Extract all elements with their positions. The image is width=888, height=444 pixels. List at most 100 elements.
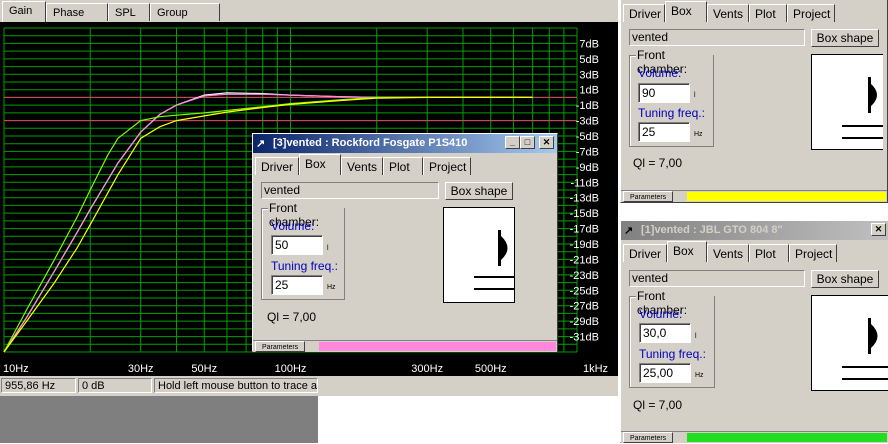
parameters-bar: Parameters: [253, 340, 557, 352]
ql-value: Ql = 7,00: [633, 156, 683, 170]
app-icon: ↗: [624, 225, 634, 237]
tuning-freq-unit: Hz: [695, 372, 704, 379]
tab-phase-plot[interactable]: Phase plot: [46, 3, 108, 37]
minimize-button[interactable]: _: [505, 136, 520, 149]
box-preview: [443, 207, 515, 303]
tuning-freq-input[interactable]: 25,00: [639, 363, 691, 383]
tab-box[interactable]: Box: [667, 241, 707, 262]
y-tick-label: -17dB: [570, 224, 599, 236]
curve-color-indicator: [319, 342, 556, 351]
y-tick-label: -21dB: [570, 254, 599, 266]
app-icon: ↗: [256, 138, 266, 150]
box-type-field[interactable]: vented: [629, 29, 805, 46]
background-panel: [0, 396, 318, 443]
tab-gain[interactable]: Gain: [2, 1, 46, 22]
tab-project[interactable]: Project: [787, 4, 835, 22]
box-window-top: Driver Box Vents Plot Project vented Box…: [620, 0, 888, 203]
ql-value: Ql = 7,00: [267, 310, 317, 324]
window-titlebar[interactable]: ↗ [1]vented : JBL GTO 804 8" ✕: [621, 221, 888, 240]
tab-plot[interactable]: Plot: [749, 4, 787, 22]
curve-color-indicator: [687, 192, 886, 201]
graph-tab-bar: Gain Phase plot SPL Group delay: [0, 0, 618, 37]
tab-driver[interactable]: Driver: [623, 244, 667, 262]
maximize-button[interactable]: □: [520, 136, 535, 149]
x-tick-label: 30Hz: [128, 363, 154, 375]
tab-plot[interactable]: Plot: [749, 244, 789, 262]
tuning-freq-label: Tuning freq.:: [639, 347, 706, 361]
tuning-freq-label: Tuning freq.:: [638, 106, 705, 120]
status-hint: Hold left mouse button to trace ac: [154, 378, 318, 393]
box-shape-button[interactable]: Box shape: [811, 270, 879, 288]
tab-driver[interactable]: Driver: [255, 157, 299, 175]
parameters-bar: Parameters: [621, 431, 888, 443]
parameters-button[interactable]: Parameters: [623, 432, 674, 443]
curve-color-indicator: [687, 433, 887, 442]
y-tick-label: -1dB: [576, 100, 599, 112]
y-tick-label: 3dB: [579, 69, 599, 81]
x-tick-label: 1kHz: [583, 363, 608, 375]
box-drawing: [474, 230, 514, 290]
y-tick-label: -13dB: [570, 193, 599, 205]
status-bar: 955,86 Hz 0 dB Hold left mouse button to…: [0, 376, 618, 396]
y-tick-label: -5dB: [576, 131, 599, 143]
y-tick-label: -23dB: [570, 270, 599, 282]
box-preview: [811, 295, 888, 391]
tab-vents[interactable]: Vents: [341, 157, 383, 175]
box-shape-button[interactable]: Box shape: [445, 182, 513, 200]
x-tick-label: 50Hz: [191, 363, 217, 375]
tuning-freq-input[interactable]: 25: [271, 275, 323, 295]
close-button[interactable]: ✕: [871, 223, 886, 236]
tuning-freq-label: Tuning freq.:: [271, 259, 338, 273]
ql-value: Ql = 7,00: [633, 398, 683, 412]
box-preview: [811, 54, 883, 150]
front-chamber-group: Front chamber: Volume: 30,0 l Tuning fre…: [629, 289, 715, 388]
y-tick-label: -9dB: [576, 162, 599, 174]
x-tick-label: 300Hz: [411, 363, 443, 375]
volume-label: Volume:: [639, 307, 683, 321]
box-type-field[interactable]: vented: [629, 270, 805, 287]
y-tick-label: -27dB: [570, 301, 599, 313]
y-tick-label: -15dB: [570, 208, 599, 220]
box-drawing: [842, 77, 883, 139]
x-tick-label: 10Hz: [3, 363, 29, 375]
tab-vents[interactable]: Vents: [707, 4, 749, 22]
tuning-freq-input[interactable]: 25: [638, 122, 690, 142]
y-tick-label: -11dB: [570, 177, 599, 189]
y-tick-label: -3dB: [576, 116, 599, 128]
y-tick-label: 5dB: [579, 54, 599, 66]
y-tick-label: 7dB: [579, 38, 599, 50]
tab-box[interactable]: Box: [665, 1, 707, 22]
window-title: [3]vented : Rockford Fosgate P1S410: [273, 137, 468, 149]
volume-unit: l: [694, 92, 696, 99]
box-shape-button[interactable]: Box shape: [811, 29, 879, 47]
tab-plot[interactable]: Plot: [383, 157, 423, 175]
tab-box[interactable]: Box: [299, 154, 341, 175]
volume-input[interactable]: 50: [271, 235, 323, 255]
tab-vents[interactable]: Vents: [707, 244, 749, 262]
tab-driver[interactable]: Driver: [623, 4, 665, 22]
volume-input[interactable]: 30,0: [639, 323, 691, 343]
tab-group-delay[interactable]: Group delay: [150, 3, 220, 37]
volume-input[interactable]: 90: [638, 83, 690, 103]
box-drawing: [842, 318, 888, 380]
status-frequency: 955,86 Hz: [1, 378, 76, 393]
tab-project[interactable]: Project: [789, 244, 837, 262]
volume-unit: l: [695, 333, 697, 340]
box-type-field[interactable]: vented: [261, 182, 439, 199]
tab-project[interactable]: Project: [423, 157, 471, 175]
y-tick-label: -25dB: [570, 285, 599, 297]
box-window-jbl: ↗ [1]vented : JBL GTO 804 8" ✕ Driver Bo…: [620, 220, 888, 443]
volume-label: Volume:: [271, 219, 315, 233]
tuning-freq-unit: Hz: [694, 131, 703, 138]
window-title: [1]vented : JBL GTO 804 8": [641, 224, 783, 236]
parameters-button[interactable]: Parameters: [255, 341, 306, 352]
x-tick-label: 500Hz: [475, 363, 507, 375]
tab-spl[interactable]: SPL: [108, 3, 150, 21]
parameters-button[interactable]: Parameters: [623, 191, 674, 202]
window-titlebar[interactable]: ↗ [3]vented : Rockford Fosgate P1S410 _ …: [253, 134, 557, 153]
y-tick-label: -29dB: [570, 316, 599, 328]
close-button[interactable]: ✕: [539, 136, 554, 149]
status-gain: 0 dB: [78, 378, 152, 393]
y-tick-label: 1dB: [579, 85, 599, 97]
y-tick-label: -31dB: [570, 332, 599, 344]
